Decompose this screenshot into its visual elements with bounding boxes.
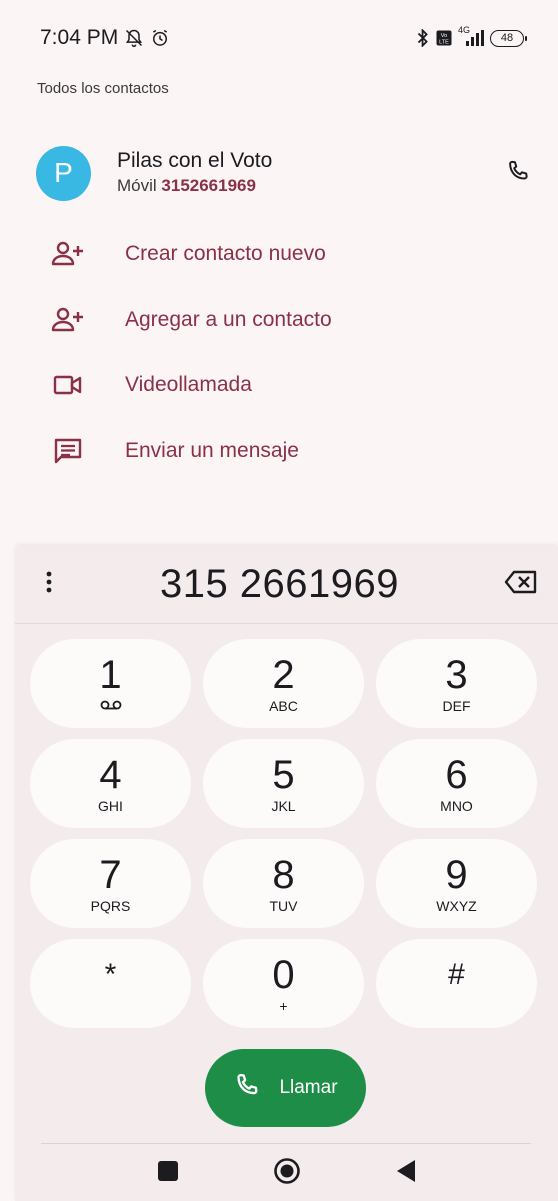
battery-icon: 48 <box>490 29 527 47</box>
status-time: 7:04 PM <box>40 26 119 49</box>
action-video-call[interactable]: Videollamada <box>50 362 510 408</box>
contact-detail: Móvil 3152661969 <box>117 174 498 198</box>
key-letters: GHI <box>98 797 123 814</box>
action-create-contact-label: Crear contacto nuevo <box>125 242 326 265</box>
key-digit: 4 <box>99 752 122 797</box>
nav-divider <box>41 1143 531 1144</box>
key-letters: MNO <box>440 797 473 814</box>
network-type-label: 4G <box>458 25 471 35</box>
key-6[interactable]: 6 MNO <box>376 739 537 828</box>
alarm-icon <box>150 28 170 48</box>
contact-type-label: Móvil <box>117 176 157 195</box>
action-add-to-contact-label: Agregar a un contacto <box>125 308 332 331</box>
status-right: Vo LTE 4G 48 <box>416 25 527 47</box>
number-row: 315 2661969 <box>15 546 558 624</box>
back-button[interactable] <box>395 1159 417 1188</box>
add-person-icon <box>50 240 86 268</box>
key-letters: WXYZ <box>436 897 477 914</box>
key-digit: 7 <box>99 852 122 897</box>
contact-call-button[interactable] <box>498 153 538 193</box>
action-send-message-label: Enviar un mensaje <box>125 439 299 462</box>
avatar-initial: P <box>54 157 73 188</box>
key-5[interactable]: 5 JKL <box>203 739 364 828</box>
key-0[interactable]: 0 + <box>203 939 364 1028</box>
action-create-contact[interactable]: Crear contacto nuevo <box>50 231 510 277</box>
svg-text:Vo: Vo <box>441 33 447 39</box>
phone-icon <box>233 1071 261 1105</box>
key-letters: ABC <box>269 697 298 714</box>
action-video-call-label: Videollamada <box>125 373 252 396</box>
key-2[interactable]: 2 ABC <box>203 639 364 728</box>
key-letters: PQRS <box>90 897 131 914</box>
key-letters: TUV <box>269 897 298 914</box>
key-9[interactable]: 9 WXYZ <box>376 839 537 928</box>
battery-level: 48 <box>500 32 514 44</box>
key-hash[interactable]: # <box>376 939 537 1028</box>
key-digit: 5 <box>272 752 295 797</box>
avatar: P <box>36 145 91 201</box>
action-add-to-contact[interactable]: Agregar a un contacto <box>50 297 510 343</box>
dialpad-panel: 315 2661969 1 2 ABC 3 DEF 4 GHI 5 JKL 6 … <box>15 546 558 1201</box>
volte-icon: Vo LTE <box>436 30 452 46</box>
key-digit: # <box>448 957 465 991</box>
section-heading: Todos los contactos <box>37 80 169 97</box>
signal-icon: 4G <box>458 25 484 47</box>
key-star[interactable]: * <box>30 939 191 1028</box>
recents-button[interactable] <box>157 1160 179 1187</box>
home-button[interactable] <box>273 1157 301 1190</box>
bluetooth-icon <box>416 29 430 47</box>
key-digit: 0 <box>272 952 295 997</box>
key-grid: 1 2 ABC 3 DEF 4 GHI 5 JKL 6 MNO 7 PQRS 8… <box>30 639 540 1028</box>
key-3[interactable]: 3 DEF <box>376 639 537 728</box>
key-8[interactable]: 8 TUV <box>203 839 364 928</box>
key-digit: 6 <box>445 752 468 797</box>
call-button-label: Llamar <box>279 1077 338 1098</box>
backspace-icon[interactable] <box>504 569 538 600</box>
contact-row[interactable]: P Pilas con el Voto Móvil 3152661969 <box>36 143 536 203</box>
svg-text:LTE: LTE <box>439 40 449 46</box>
action-send-message[interactable]: Enviar un mensaje <box>50 428 510 474</box>
more-options-button[interactable] <box>43 567 55 602</box>
contact-text: Pilas con el Voto Móvil 3152661969 <box>117 148 498 198</box>
call-button[interactable]: Llamar <box>205 1049 366 1127</box>
number-display[interactable]: 315 2661969 <box>160 562 399 607</box>
voicemail-icon <box>100 698 122 714</box>
add-person-icon <box>50 306 86 334</box>
key-digit: 3 <box>445 652 468 697</box>
message-icon <box>50 437 86 465</box>
key-digit: 2 <box>272 652 295 697</box>
do-not-disturb-icon <box>124 28 144 48</box>
phone-icon <box>505 158 531 189</box>
key-digit: 9 <box>445 852 468 897</box>
contact-name: Pilas con el Voto <box>117 149 273 172</box>
key-letters: JKL <box>271 797 296 814</box>
key-letters: + <box>279 997 288 1014</box>
key-1[interactable]: 1 <box>30 639 191 728</box>
key-digit: 1 <box>99 652 122 697</box>
contact-number: 3152661969 <box>161 176 256 195</box>
key-letters: DEF <box>442 697 471 714</box>
video-camera-icon <box>50 374 86 396</box>
status-bar: 7:04 PM Vo LTE 4G 48 <box>0 0 558 76</box>
key-digit: * <box>104 957 117 991</box>
key-4[interactable]: 4 GHI <box>30 739 191 828</box>
status-left: 7:04 PM <box>40 26 170 50</box>
key-7[interactable]: 7 PQRS <box>30 839 191 928</box>
key-digit: 8 <box>272 852 295 897</box>
navigation-bar <box>15 1146 558 1201</box>
